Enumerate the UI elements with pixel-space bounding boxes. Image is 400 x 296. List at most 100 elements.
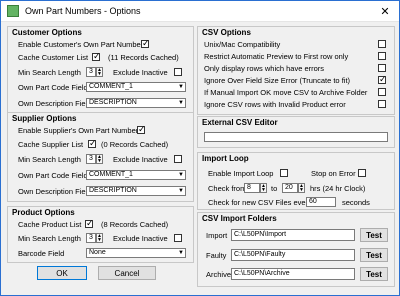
csv-option-label: Ignore Over Field Size Error (Truncate t… <box>204 76 351 85</box>
group-title: CSV Options <box>202 28 251 37</box>
customer-desc-field-select[interactable]: DESCRIPTION ▼ <box>86 98 186 108</box>
import-folder-label: Import <box>206 231 228 240</box>
product-min-search-label: Min Search Length <box>18 234 81 243</box>
supplier-exclude-label: Exclude Inactive <box>113 155 168 164</box>
csv-option-checkbox[interactable] <box>378 64 386 72</box>
customer-exclude-checkbox[interactable] <box>174 68 182 76</box>
supplier-min-search-input[interactable]: 3 <box>86 154 96 164</box>
spin-down-icon: ▼ <box>97 158 102 164</box>
supplier-exclude-checkbox[interactable] <box>174 155 182 163</box>
customer-enable-checkbox[interactable] <box>141 38 150 49</box>
supplier-cache-checkbox[interactable] <box>88 138 97 149</box>
title-bar: Own Part Numbers - Options ✕ <box>1 1 399 22</box>
window-title: Own Part Numbers - Options <box>25 6 141 16</box>
import-loop-enable-checkbox[interactable] <box>280 169 288 177</box>
archive-test-button[interactable]: Test <box>360 267 388 281</box>
customer-exclude-label: Exclude Inactive <box>113 68 168 77</box>
check-to-input[interactable]: 20 <box>282 183 298 193</box>
csv-option-checkbox[interactable] <box>378 52 386 60</box>
csv-option-checkbox[interactable] <box>378 40 386 48</box>
stop-on-error-checkbox[interactable] <box>358 169 366 177</box>
group-title: Supplier Options <box>12 114 77 123</box>
supplier-desc-field-label: Own Description Field <box>18 187 92 196</box>
csv-options-group: CSV Options Unix/Mac Compatibility Restri… <box>197 26 395 115</box>
check-to-label: to <box>271 184 278 193</box>
close-button[interactable]: ✕ <box>371 1 399 21</box>
import-folder-input[interactable]: C:\L50PN\Import <box>231 229 355 241</box>
faulty-folder-label: Faulty <box>206 251 227 260</box>
cancel-button[interactable]: Cancel <box>98 266 156 280</box>
supplier-min-search-spinner[interactable]: ▲ ▼ <box>96 154 103 164</box>
supplier-options-group: Supplier Options Enable Supplier's Own P… <box>7 112 194 202</box>
check-to-spinner[interactable]: ▲ ▼ <box>298 183 305 193</box>
customer-min-search-input[interactable]: 3 <box>86 67 96 77</box>
import-loop-group: Import Loop Enable Import Loop Stop on E… <box>197 152 395 210</box>
import-test-button[interactable]: Test <box>360 228 388 242</box>
supplier-code-field-label: Own Part Code Field <box>18 171 88 180</box>
csv-option-checkbox[interactable] <box>378 74 387 85</box>
supplier-code-field-value: COMMENT_1 <box>89 171 133 178</box>
customer-code-field-label: Own Part Code Field <box>18 83 88 92</box>
chevron-down-icon: ▼ <box>178 250 184 256</box>
spin-down-icon: ▼ <box>261 187 266 193</box>
check-every-input[interactable]: 60 <box>306 197 336 207</box>
chevron-down-icon: ▼ <box>178 100 184 106</box>
customer-min-search-label: Min Search Length <box>18 68 81 77</box>
archive-folder-input[interactable]: C:\L50PN\Archive <box>231 268 355 280</box>
supplier-desc-field-select[interactable]: DESCRIPTION ▼ <box>86 186 186 196</box>
product-cache-status: (8 Records Cached) <box>101 220 169 229</box>
product-min-search-input[interactable]: 3 <box>86 233 96 243</box>
customer-cache-status: (11 Records Cached) <box>108 53 179 62</box>
ok-button[interactable]: OK <box>37 266 87 280</box>
seconds-label: seconds <box>342 198 370 207</box>
csv-option-label: Restrict Automatic Preview to First row … <box>204 52 349 61</box>
close-icon: ✕ <box>380 5 390 18</box>
hrs-label: hrs (24 hr Clock) <box>310 184 366 193</box>
product-cache-label: Cache Product List <box>18 220 82 229</box>
chevron-down-icon: ▼ <box>178 172 184 178</box>
customer-cache-checkbox[interactable] <box>92 51 101 62</box>
product-barcode-select[interactable]: None ▼ <box>86 248 186 258</box>
external-editor-input[interactable] <box>204 132 388 142</box>
chevron-down-icon: ▼ <box>178 188 184 194</box>
options-window: Own Part Numbers - Options ✕ Customer Op… <box>0 0 400 296</box>
customer-min-search-spinner[interactable]: ▲ ▼ <box>96 67 103 77</box>
external-editor-group: External CSV Editor <box>197 116 395 148</box>
archive-folder-label: Archive <box>206 270 232 279</box>
supplier-desc-field-value: DESCRIPTION <box>89 187 137 194</box>
customer-code-field-value: COMMENT_1 <box>89 83 133 90</box>
check-every-label: Check for new CSV Files every <box>208 198 312 207</box>
customer-desc-field-label: Own Description Field <box>18 99 92 108</box>
product-barcode-label: Barcode Field <box>18 249 65 258</box>
supplier-cache-label: Cache Supplier List <box>18 140 84 149</box>
customer-desc-field-value: DESCRIPTION <box>89 99 137 106</box>
spin-down-icon: ▼ <box>97 71 102 77</box>
stop-on-error-label: Stop on Error <box>311 169 356 178</box>
app-icon <box>7 5 19 17</box>
supplier-code-field-select[interactable]: COMMENT_1 ▼ <box>86 170 186 180</box>
csv-import-folders-group: CSV Import Folders Import C:\L50PN\Impor… <box>197 212 395 287</box>
customer-cache-label: Cache Customer List <box>18 53 89 62</box>
csv-option-label: If Manual Import OK move CSV to Archive … <box>204 88 368 97</box>
product-options-group: Product Options Cache Product List (8 Re… <box>7 206 194 263</box>
customer-enable-label: Enable Customer's Own Part Numbers <box>18 40 147 49</box>
group-title: Customer Options <box>12 28 82 37</box>
import-loop-enable-label: Enable Import Loop <box>208 169 274 178</box>
faulty-test-button[interactable]: Test <box>360 248 388 262</box>
product-exclude-checkbox[interactable] <box>174 234 182 242</box>
product-cache-checkbox[interactable] <box>85 218 94 229</box>
csv-option-label: Ignore CSV rows with Invalid Product err… <box>204 100 346 109</box>
check-from-input[interactable]: 8 <box>244 183 260 193</box>
csv-option-checkbox[interactable] <box>378 100 386 108</box>
csv-option-label: Only display rows which have errors <box>204 64 325 73</box>
supplier-enable-checkbox[interactable] <box>137 124 146 135</box>
supplier-min-search-label: Min Search Length <box>18 155 81 164</box>
group-title: Import Loop <box>202 154 249 163</box>
product-min-search-spinner[interactable]: ▲ ▼ <box>96 233 103 243</box>
check-from-spinner[interactable]: ▲ ▼ <box>260 183 267 193</box>
csv-option-checkbox[interactable] <box>378 88 386 96</box>
customer-code-field-select[interactable]: COMMENT_1 ▼ <box>86 82 186 92</box>
faulty-folder-input[interactable]: C:\L50PN\Faulty <box>231 249 355 261</box>
check-from-label: Check from <box>208 184 247 193</box>
csv-option-label: Unix/Mac Compatibility <box>204 40 281 49</box>
